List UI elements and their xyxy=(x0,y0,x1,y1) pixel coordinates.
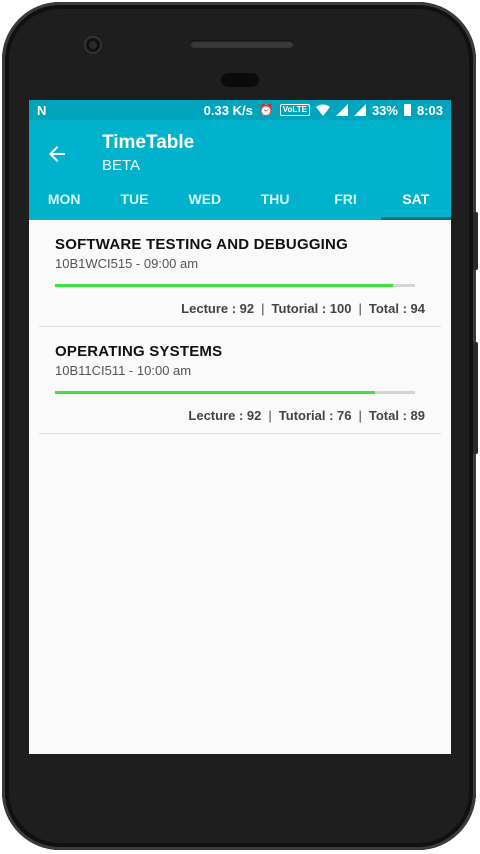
attendance-stats: Lecture : 92 | Tutorial : 100 | Total : 94 xyxy=(55,301,425,316)
attendance-progress-fill xyxy=(55,391,376,394)
separator: | xyxy=(261,301,265,316)
tab-sat[interactable]: SAT xyxy=(380,180,451,220)
signal-icon-1 xyxy=(335,104,348,116)
phone-frame: N 0.33 K/s ⏰ VoLTE 33% 8:03 TimeTable BE… xyxy=(2,2,478,850)
page-subtitle: BETA xyxy=(102,157,141,174)
tutorial-stat: Tutorial : 76 xyxy=(278,408,352,423)
course-card[interactable]: OPERATING SYSTEMS 10B11CI511 - 10:00 am … xyxy=(39,327,441,434)
total-stat: Total : 94 xyxy=(368,301,425,316)
battery-percent: 33% xyxy=(371,102,398,118)
attendance-stats: Lecture : 92 | Tutorial : 76 | Total : 89 xyxy=(55,408,425,423)
attendance-progress-fill xyxy=(55,284,394,287)
status-bar: N 0.33 K/s ⏰ VoLTE 33% 8:03 xyxy=(29,100,451,120)
course-list: SOFTWARE TESTING AND DEBUGGING 10B1WCI51… xyxy=(29,220,451,434)
tab-tue[interactable]: TUE xyxy=(99,180,169,220)
page-title: TimeTable xyxy=(102,132,195,153)
course-name: OPERATING SYSTEMS xyxy=(55,343,223,360)
lecture-stat: Lecture : 92 xyxy=(188,408,262,423)
tutorial-stat: Tutorial : 100 xyxy=(271,301,352,316)
tab-fri[interactable]: FRI xyxy=(310,180,380,220)
notification-icon: N xyxy=(37,102,47,118)
proximity-sensor xyxy=(221,73,259,87)
lecture-stat: Lecture : 92 xyxy=(181,301,255,316)
volume-button xyxy=(473,342,478,454)
wifi-icon xyxy=(315,104,330,116)
network-speed: 0.33 K/s xyxy=(203,102,253,118)
earpiece-speaker xyxy=(190,40,294,48)
back-arrow-icon[interactable] xyxy=(45,142,69,166)
alarm-icon: ⏰ xyxy=(258,103,274,117)
course-code-time: 10B11CI511 - 10:00 am xyxy=(55,363,192,378)
screen: N 0.33 K/s ⏰ VoLTE 33% 8:03 TimeTable BE… xyxy=(29,100,451,754)
separator: | xyxy=(358,408,362,423)
total-stat: Total : 89 xyxy=(368,408,425,423)
battery-icon xyxy=(403,104,411,116)
attendance-progress-bar xyxy=(55,391,415,394)
course-name: SOFTWARE TESTING AND DEBUGGING xyxy=(55,236,348,253)
tab-mon[interactable]: MON xyxy=(29,180,99,220)
course-card[interactable]: SOFTWARE TESTING AND DEBUGGING 10B1WCI51… xyxy=(39,220,441,327)
tab-thu[interactable]: THU xyxy=(240,180,310,220)
volte-badge: VoLTE xyxy=(279,104,310,116)
attendance-progress-bar xyxy=(55,284,415,287)
clock: 8:03 xyxy=(416,102,443,118)
tab-wed[interactable]: WED xyxy=(170,180,240,220)
power-button xyxy=(473,212,478,270)
app-bar: TimeTable BETA MON TUE WED THU FRI SAT xyxy=(29,120,451,220)
course-code-time: 10B1WCI515 - 09:00 am xyxy=(55,256,199,271)
separator: | xyxy=(268,408,272,423)
day-tabs: MON TUE WED THU FRI SAT xyxy=(29,180,451,220)
front-camera xyxy=(86,38,100,52)
signal-icon-2 xyxy=(353,104,366,116)
separator: | xyxy=(358,301,362,316)
